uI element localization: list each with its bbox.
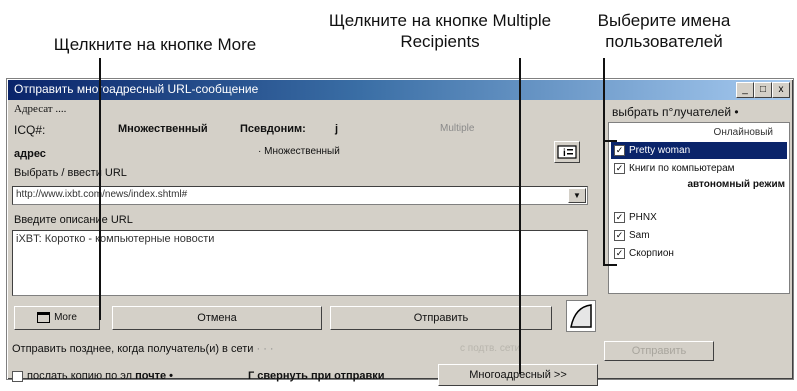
contact-item[interactable]: ✓ Pretty woman (611, 142, 787, 159)
close-button[interactable]: x (772, 82, 790, 98)
checkbox-checked-icon[interactable]: ✓ (614, 144, 625, 156)
callout-select-users: Выберите имена пользователей (597, 11, 731, 51)
contact-item[interactable]: ✓ Sam (611, 227, 787, 244)
send-later-label: Отправить позднее, когда получатель(и) в… (12, 343, 254, 355)
scroll-curl-icon (566, 300, 596, 332)
multiple-value: Multiple (440, 123, 475, 134)
chevron-down-icon: ▼ (573, 191, 581, 200)
contact-name: PHNX (629, 212, 657, 223)
send-copy-label: послать копию по эл (27, 370, 133, 382)
send-copy-email-option[interactable]: послать копию по эл почте • (12, 370, 173, 382)
checkbox-icon[interactable] (12, 370, 23, 382)
contact-name: Pretty woman (629, 145, 691, 156)
checkbox-checked-icon[interactable]: ✓ (614, 162, 625, 174)
send-later-button[interactable]: Отправить (604, 341, 714, 361)
contact-item[interactable]: ✓ Книги по компьютерам (611, 160, 787, 177)
select-url-label: Выбрать / ввести URL (14, 167, 127, 179)
checkbox-checked-icon[interactable]: ✓ (614, 247, 625, 259)
url-dropdown-button[interactable]: ▼ (568, 188, 586, 203)
send-later-extra: · · · (256, 343, 274, 355)
window-title: Отправить многоадресный URL-сообщение (14, 82, 259, 96)
minimize-prefix: Г свернуть (248, 370, 308, 382)
offline-header: автономный режим (687, 179, 785, 190)
recipients-list[interactable]: Онлайновый ✓ Pretty woman ✓ Книги по компь… (608, 122, 790, 294)
more-button[interactable]: More (14, 306, 100, 330)
leader-bracket-top (603, 140, 617, 142)
checkbox-checked-icon[interactable]: ✓ (614, 211, 625, 223)
icq-label: ICQ#: (14, 123, 46, 137)
confirm-online-option: с подтв. сети (460, 343, 521, 354)
url-description-value: iXBT: Коротко - компьютерные новости (16, 233, 215, 245)
online-header: Онлайновый (713, 127, 773, 138)
more-window-icon (37, 311, 51, 323)
minimize-button[interactable]: _ (736, 82, 754, 98)
leader-line-names (603, 58, 605, 266)
multiple-recipients-button[interactable]: Многоадресный >> (438, 364, 598, 386)
leader-bracket-bottom (603, 264, 617, 266)
recipients-panel-title: выбрать п°лучателей • (612, 105, 739, 119)
icq-value: Множественный (118, 123, 208, 135)
cancel-button[interactable]: Отмена (112, 306, 322, 330)
contact-item[interactable]: ✓ PHNX (611, 209, 787, 226)
nick-label: Псевдоним: (240, 123, 306, 135)
address-label: адрес (14, 148, 46, 160)
callout-multiple-recipients: Щелкните на кнопке Multiple Recipients (328, 11, 552, 51)
recipient-group-label: Адресат .... (14, 103, 67, 115)
contact-name: Скорпион (629, 248, 674, 259)
minimize-bold: при отправки (310, 370, 385, 382)
checkbox-checked-icon[interactable]: ✓ (614, 229, 625, 241)
minimize-on-send-option[interactable]: Г свернуть при отправки (248, 370, 385, 382)
send-later-option[interactable]: Отправить позднее, когда получатель(и) в… (12, 343, 274, 355)
user-info-button[interactable]: i (554, 141, 580, 163)
address-value: · Множественный (258, 146, 340, 157)
contact-name: Sam (629, 230, 650, 241)
url-value: http://www.ixbt.com/news/index.shtml# (16, 189, 188, 200)
leader-line-more (99, 58, 101, 320)
nick-value: j (335, 123, 339, 135)
info-card-icon: i (557, 145, 577, 159)
contact-item[interactable]: ✓ Скорпион (611, 245, 787, 262)
url-description-label: Введите описание URL (14, 214, 133, 226)
more-label: More (54, 312, 77, 323)
leader-line-multiple (519, 58, 521, 374)
contact-name: Книги по компьютерам (629, 163, 735, 174)
svg-text:i: i (563, 148, 566, 159)
callout-more: Щелкните на кнопке More (53, 35, 257, 54)
maximize-button[interactable]: □ (754, 82, 772, 98)
send-copy-bold: почте • (135, 370, 174, 382)
